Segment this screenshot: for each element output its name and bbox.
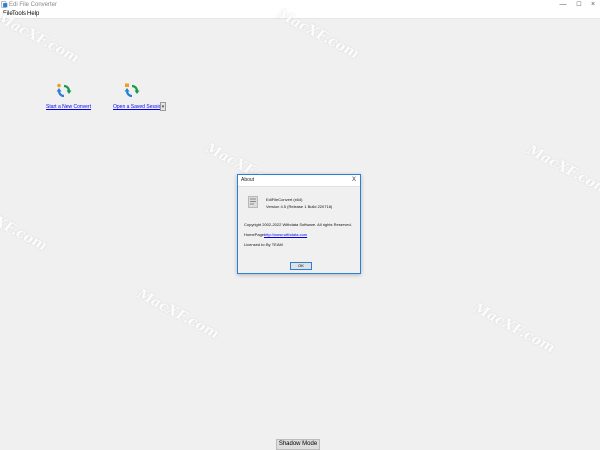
shadow-mode-tab[interactable]: Shadow Mode	[276, 439, 320, 450]
open-session-link[interactable]: Open a Saved Session	[113, 104, 164, 110]
convert-arrows-icon[interactable]	[56, 83, 72, 99]
licensed-label: Licensed to:	[244, 242, 266, 247]
version-text: Version 4.5 (Release 1 Build 220716)	[266, 204, 333, 209]
product-icon	[248, 196, 258, 208]
window-title: Edi File Converter	[9, 2, 58, 8]
homepage-label: HomePage:	[244, 232, 266, 237]
menu-help[interactable]: Help	[27, 10, 39, 18]
product-name: EdiFileConvert (x64)	[266, 197, 303, 202]
chevron-down-icon: ▾	[161, 104, 165, 110]
ok-button[interactable]: OK	[290, 262, 312, 270]
watermark: MacXF.com	[134, 286, 222, 343]
new-convert-link[interactable]: Start a New Convert	[46, 104, 91, 110]
watermark: MacXF.com	[524, 142, 600, 199]
watermark: MacXF.com	[0, 198, 50, 255]
licensed-to-value: By TEAM	[266, 242, 283, 247]
dialog-body: EdiFileConvert (x64) Version 4.5 (Releas…	[239, 187, 359, 270]
app-icon	[1, 1, 8, 8]
dialog-close-button[interactable]: X	[350, 175, 358, 186]
maximize-button[interactable]: ☐	[572, 0, 586, 10]
homepage-link[interactable]: http://www.withdata.com	[264, 232, 307, 237]
dialog-title-bar[interactable]: About X	[238, 175, 360, 187]
copyright-text: Copyright 2002-2022 Withdata Software. A…	[244, 222, 352, 227]
open-session-icon[interactable]	[124, 83, 140, 99]
about-dialog: About X EdiFileConvert (x64) Version 4.5…	[237, 174, 361, 274]
watermark: MacXF.com	[470, 300, 558, 357]
session-dropdown-button[interactable]: ▾	[160, 102, 166, 111]
dialog-title: About	[241, 177, 255, 183]
title-bar[interactable]: Edi File Converter — ☐ ×	[0, 0, 600, 10]
minimize-button[interactable]: —	[556, 0, 570, 10]
app-window: Edi File Converter — ☐ × File Tools Help…	[0, 0, 600, 450]
close-button[interactable]: ×	[586, 0, 600, 10]
